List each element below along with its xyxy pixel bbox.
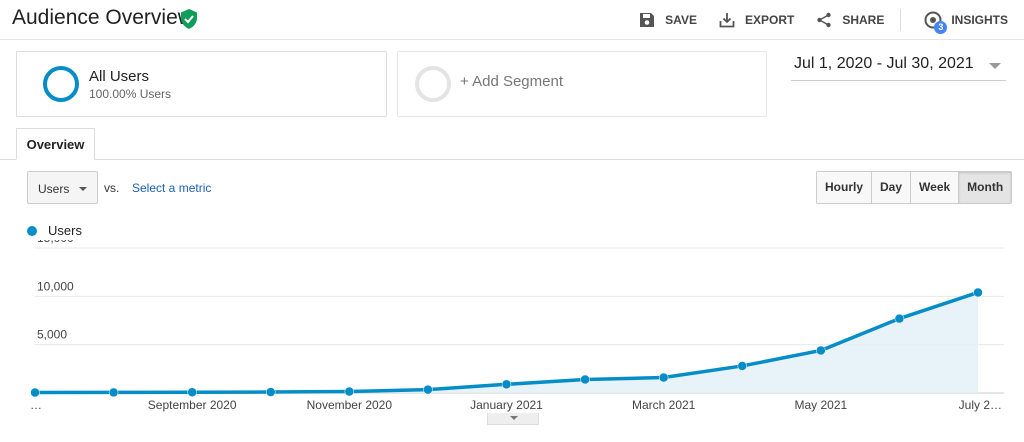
granularity-day-button[interactable]: Day	[872, 172, 912, 203]
y-tick-label: 15,000	[37, 240, 74, 245]
granularity-hourly-button[interactable]: Hourly	[817, 172, 873, 203]
chart-legend: Users	[27, 223, 82, 238]
data-point	[737, 361, 747, 371]
metric-select-value: Users	[38, 182, 70, 196]
page-header: Audience Overview SAVE EXPORT SHARE 3 IN…	[0, 0, 1024, 40]
empty-segment-ring-icon	[415, 66, 451, 102]
export-label: EXPORT	[744, 13, 795, 27]
insights-button[interactable]: 3 INSIGHTS	[923, 10, 1008, 34]
date-range-label: Jul 1, 2020 - Jul 30, 2021	[794, 55, 974, 72]
vs-label: vs.	[104, 181, 120, 195]
segment-name: All Users	[89, 68, 150, 85]
chart-expander-button[interactable]	[487, 413, 539, 425]
granularity-week-button[interactable]: Week	[911, 172, 960, 203]
granularity-month-button[interactable]: Month	[959, 172, 1012, 203]
x-tick-label: March 2021	[632, 398, 696, 412]
segment-ring-icon	[43, 66, 79, 102]
x-tick-label: July 2…	[959, 398, 1002, 412]
data-point	[344, 386, 355, 397]
save-icon	[640, 13, 655, 27]
x-tick-label: January 2021	[470, 398, 543, 412]
metric-select[interactable]: Users	[27, 171, 98, 204]
chevron-down-icon	[79, 187, 87, 191]
granularity-toggle: Hourly Day Week Month	[816, 171, 1013, 204]
header-actions: SAVE EXPORT SHARE 3 INSIGHTS	[617, 0, 1008, 40]
header-divider	[900, 9, 902, 31]
legend-label: Users	[48, 223, 82, 238]
data-point	[187, 387, 197, 397]
share-button[interactable]: SHARE	[816, 12, 884, 28]
add-segment-label: + Add Segment	[460, 73, 563, 90]
save-button[interactable]: SAVE	[639, 12, 697, 28]
insights-label: INSIGHTS	[951, 13, 1008, 27]
tab-overview[interactable]: Overview	[16, 128, 95, 160]
segment-all-users[interactable]: All Users 100.00% Users	[16, 51, 387, 117]
data-point	[658, 372, 669, 383]
segment-percentage: 100.00% Users	[89, 87, 172, 101]
users-chart: 15,000 10,000 5,000 … September 2020 November…	[30, 240, 1004, 412]
chevron-down-icon	[989, 63, 1001, 69]
tab-divider	[0, 159, 1024, 160]
y-tick-label: 5,000	[37, 328, 67, 342]
data-point	[973, 287, 983, 298]
data-point	[266, 387, 276, 397]
add-segment-button[interactable]: + Add Segment	[397, 51, 767, 117]
select-metric-link[interactable]: Select a metric	[132, 181, 211, 195]
x-tick-label: …	[30, 398, 42, 412]
data-point	[816, 345, 826, 356]
x-tick-label: September 2020	[148, 398, 237, 412]
share-icon	[817, 12, 832, 28]
y-tick-label: 10,000	[37, 279, 74, 293]
legend-dot-icon	[27, 225, 37, 236]
data-point	[108, 387, 119, 398]
export-icon	[719, 13, 735, 28]
chevron-down-icon	[510, 416, 518, 420]
data-point	[580, 374, 590, 385]
x-tick-label: November 2020	[307, 398, 393, 412]
data-point	[423, 384, 433, 395]
date-range-picker[interactable]: Jul 1, 2020 - Jul 30, 2021	[791, 51, 1006, 81]
data-point	[501, 379, 512, 390]
data-point	[894, 313, 905, 324]
x-tick-label: May 2021	[794, 398, 847, 412]
share-label: SHARE	[842, 13, 885, 27]
export-button[interactable]: EXPORT	[719, 12, 794, 28]
verified-shield-icon	[181, 9, 197, 29]
insights-badge: 3	[934, 21, 948, 34]
save-label: SAVE	[665, 13, 697, 27]
data-point	[30, 387, 40, 398]
page-title: Audience Overview	[12, 6, 193, 29]
